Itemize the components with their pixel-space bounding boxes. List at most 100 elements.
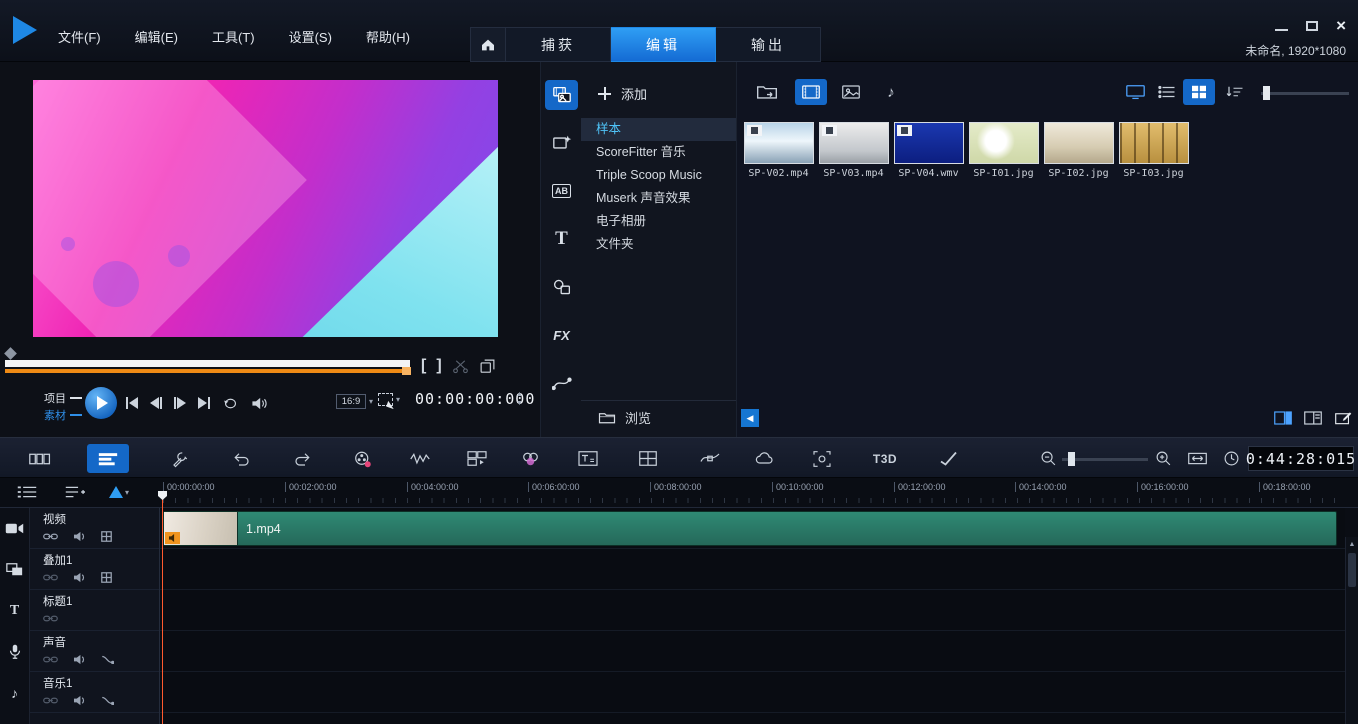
track-manager-button[interactable] xyxy=(12,481,42,503)
panel-grip[interactable] xyxy=(549,67,587,70)
edit-media-button[interactable] xyxy=(1331,409,1355,427)
media-item[interactable]: SP-V03.mp4 xyxy=(816,122,891,179)
add-track-button[interactable] xyxy=(60,481,90,503)
view-list-button[interactable] xyxy=(1151,79,1183,105)
zoom-in-button[interactable] xyxy=(1146,444,1180,473)
video-track-row[interactable]: 1.mp4 xyxy=(160,508,1345,549)
motion-tracking-button[interactable] xyxy=(693,444,727,473)
fade-icon[interactable] xyxy=(101,655,114,664)
scrubber-track[interactable] xyxy=(5,360,410,367)
3d-title-button[interactable]: T3D xyxy=(868,444,902,473)
fade-icon[interactable] xyxy=(101,696,114,705)
library-item-muserk[interactable]: Muserk 声音效果 xyxy=(581,187,736,210)
close-button[interactable]: × xyxy=(1336,19,1346,33)
library-item-folder[interactable]: 文件夹 xyxy=(581,233,736,256)
enlarge-preview-button[interactable] xyxy=(479,358,496,375)
tab-capture[interactable]: 捕获 xyxy=(506,27,611,62)
title-track-row[interactable] xyxy=(160,590,1345,631)
collapse-nav-button[interactable]: ◀ xyxy=(741,409,759,427)
multicam-editor-button[interactable] xyxy=(460,444,494,473)
view-grid-button[interactable] xyxy=(1183,79,1215,105)
panel-grip[interactable] xyxy=(6,431,44,434)
filter-photo-button[interactable] xyxy=(835,79,867,105)
link-icon[interactable] xyxy=(43,532,58,541)
nav-filter-button[interactable]: FX xyxy=(545,320,578,350)
link-icon[interactable] xyxy=(43,655,58,664)
ripple-edit-button[interactable]: ▾ xyxy=(104,481,134,503)
menu-item-edit[interactable]: 编辑(E) xyxy=(135,27,178,46)
mark-out-button[interactable]: ] xyxy=(436,357,441,375)
library-item-scorefitter[interactable]: ScoreFitter 音乐 xyxy=(581,141,736,164)
mixer-button[interactable] xyxy=(403,444,437,473)
split-screen-template-button[interactable] xyxy=(631,444,665,473)
media-item[interactable]: SP-V02.mp4 xyxy=(741,122,816,179)
minimize-button[interactable] xyxy=(1275,29,1288,31)
mute-icon[interactable] xyxy=(73,695,86,706)
media-item[interactable]: SP-V04.wmv xyxy=(891,122,966,179)
timeline-zoom-slider-thumb[interactable] xyxy=(1068,452,1075,466)
tab-edit[interactable]: 编辑 xyxy=(611,27,716,62)
track-grid-icon[interactable] xyxy=(101,531,112,542)
options-panel-toggle[interactable] xyxy=(1301,409,1325,427)
duration-button[interactable] xyxy=(1214,444,1248,473)
record-capture-button[interactable] xyxy=(345,444,379,473)
play-button[interactable] xyxy=(85,387,117,419)
link-icon[interactable] xyxy=(43,573,58,582)
fit-timeline-button[interactable] xyxy=(1180,444,1214,473)
timecode-spinner[interactable]: ▲ ▼ xyxy=(516,391,523,407)
overlay-track-row[interactable] xyxy=(160,549,1345,590)
mute-icon[interactable] xyxy=(73,572,86,583)
maximize-button[interactable] xyxy=(1306,21,1318,31)
color-grade-button[interactable] xyxy=(513,444,547,473)
next-frame-button[interactable] xyxy=(174,397,186,409)
sort-button[interactable] xyxy=(1219,79,1251,105)
select-tool-button[interactable]: ▾ xyxy=(378,393,400,406)
project-mode-toggle[interactable]: 项目 xyxy=(44,390,82,406)
library-panel-toggle[interactable] xyxy=(1271,409,1295,427)
clip-mute-badge[interactable] xyxy=(165,532,180,544)
filter-audio-button[interactable]: ♪ xyxy=(875,79,907,105)
tools-button[interactable] xyxy=(163,444,197,473)
nav-motion-path-button[interactable] xyxy=(545,368,578,398)
library-item-photo-album[interactable]: 电子相册 xyxy=(581,210,736,233)
nav-title-button[interactable]: T xyxy=(545,224,578,254)
add-category-button[interactable]: 添加 xyxy=(598,84,647,103)
clip-mode-toggle[interactable]: 素材 xyxy=(44,407,82,423)
timeline-scrollbar[interactable]: ▲ xyxy=(1345,537,1358,724)
redo-button[interactable] xyxy=(285,444,319,473)
mute-icon[interactable] xyxy=(73,654,86,665)
voice-track-row[interactable] xyxy=(160,631,1345,672)
menu-item-settings[interactable]: 设置(S) xyxy=(289,27,332,46)
nav-graphic-button[interactable] xyxy=(545,272,578,302)
playhead[interactable] xyxy=(162,491,163,724)
panel-grip[interactable] xyxy=(6,67,44,70)
volume-button[interactable] xyxy=(251,396,268,411)
mark-in-button[interactable]: [ xyxy=(421,357,426,375)
scrubber-end-handle[interactable] xyxy=(402,367,411,375)
undo-button[interactable] xyxy=(225,444,259,473)
nav-instant-project-button[interactable] xyxy=(545,128,578,158)
link-icon[interactable] xyxy=(43,614,58,623)
library-item-triplescoop[interactable]: Triple Scoop Music xyxy=(581,164,736,187)
media-item[interactable]: SP-I01.jpg xyxy=(966,122,1041,179)
mute-icon[interactable] xyxy=(73,531,86,542)
timeline-view-button[interactable] xyxy=(87,444,129,473)
link-icon[interactable] xyxy=(43,696,58,705)
library-item-samples[interactable]: 样本 xyxy=(581,118,736,141)
track-grid-icon[interactable] xyxy=(101,572,112,583)
split-clip-button[interactable] xyxy=(452,358,469,375)
scrollbar-thumb[interactable] xyxy=(1348,553,1356,587)
previous-frame-button[interactable] xyxy=(150,397,162,409)
mask-creator-button[interactable] xyxy=(931,444,965,473)
scroll-up-button[interactable]: ▲ xyxy=(1346,537,1358,551)
repeat-button[interactable] xyxy=(222,396,239,411)
go-to-end-button[interactable] xyxy=(198,397,210,409)
thumbnail-size-slider[interactable] xyxy=(1261,92,1349,95)
track-content-area[interactable]: 1.mp4 xyxy=(160,508,1345,724)
media-item[interactable]: SP-I03.jpg xyxy=(1116,122,1191,179)
import-media-button[interactable] xyxy=(751,79,783,105)
scrubber-range-bar[interactable] xyxy=(5,369,402,373)
aspect-ratio-select[interactable]: 16:9 ▾ xyxy=(336,394,373,409)
music-track-row[interactable] xyxy=(160,672,1345,713)
go-to-start-button[interactable] xyxy=(126,397,138,409)
